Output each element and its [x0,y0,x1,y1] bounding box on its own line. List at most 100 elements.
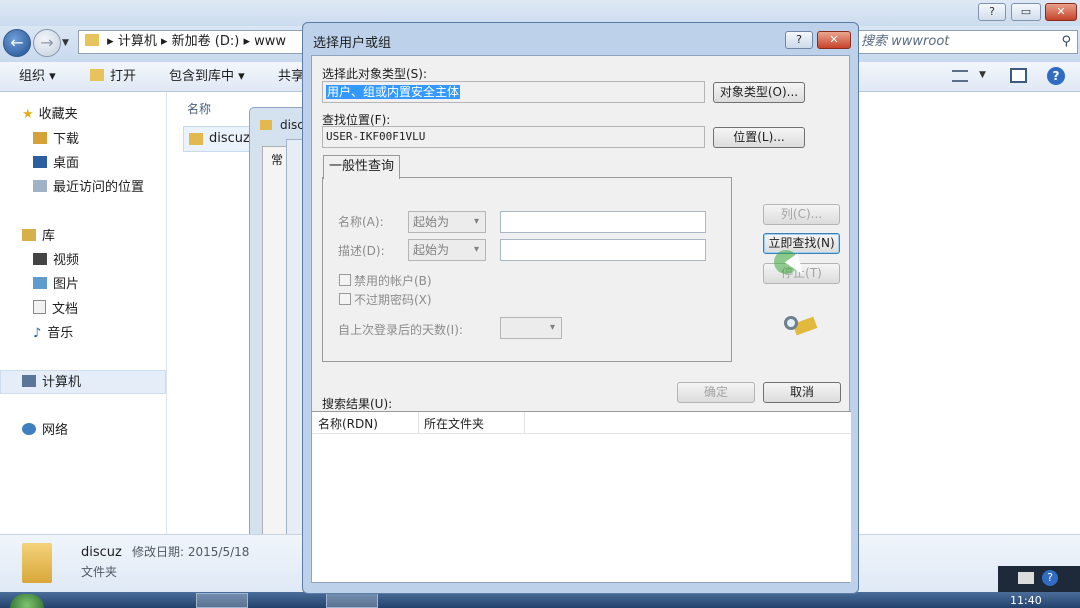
view-dropdown-chevron-icon[interactable]: ▼ [979,70,986,80]
taskbar: 11:40 [0,592,1080,608]
open-label: 打开 [110,69,137,84]
cancel-button[interactable]: 取消 [763,382,841,403]
details-modified: 修改日期: 2015/5/18 [132,545,250,559]
column-header-name-rdn[interactable]: 名称(RDN) [318,415,378,432]
maximize-button[interactable]: ▭ [1011,3,1041,21]
nav-documents-label: 文档 [52,302,79,317]
locations-button[interactable]: 位置(L)... [713,127,805,148]
description-label: 描述(D): [338,244,385,258]
recent-pages-chevron-icon[interactable]: ▼ [62,38,69,48]
nav-videos[interactable]: 视频 [33,251,79,271]
name-mode-dropdown[interactable]: 起始为 [408,211,486,233]
disabled-accounts-label: 禁用的帐户(B) [354,274,432,288]
folder-name: discuz [209,131,250,146]
start-button[interactable] [10,594,44,608]
libraries-icon [22,229,36,241]
back-button[interactable]: ← [3,29,31,57]
column-divider [418,412,419,434]
background-tab: 常 [271,153,284,167]
breadcrumb-drive-d[interactable]: 新加卷 (D:) [172,34,240,49]
folder-large-icon [22,543,52,583]
column-header-folder[interactable]: 所在文件夹 [424,415,484,432]
nav-recent-label: 最近访问的位置 [53,180,145,195]
object-types-button[interactable]: 对象类型(O)... [713,82,805,103]
nav-desktop[interactable]: 桌面 [33,154,79,174]
include-in-library-menu[interactable]: 包含到库中 ▾ [169,67,245,87]
nav-downloads-label: 下载 [53,132,80,147]
folder-icon [260,120,272,130]
nav-music-label: 音乐 [47,326,74,341]
help-icon[interactable]: ? [1047,67,1065,85]
dialog-close-button[interactable]: ✕ [817,31,851,49]
downloads-folder-icon [33,132,47,144]
nav-pictures[interactable]: 图片 [33,275,79,295]
nav-favorites[interactable]: ★ 收藏夹 [22,105,78,125]
nav-videos-label: 视频 [53,253,80,268]
preview-pane-icon[interactable] [1010,68,1027,83]
close-button[interactable]: ✕ [1045,3,1077,21]
description-input[interactable] [500,239,706,261]
view-options-icon[interactable] [952,70,968,82]
breadcrumb-www[interactable]: www [254,34,286,49]
taskbar-explorer[interactable] [196,593,248,608]
nav-network-label: 网络 [42,423,69,438]
nav-music[interactable]: ♪ 音乐 [33,324,73,344]
nav-libraries[interactable]: 库 [22,227,55,247]
name-input[interactable] [500,211,706,233]
dialog-help-button[interactable]: ? [785,31,813,49]
keyboard-icon[interactable] [1018,572,1034,584]
column-header-name[interactable]: 名称 [187,100,211,117]
nav-recent[interactable]: 最近访问的位置 [33,178,144,198]
description-mode-dropdown[interactable]: 起始为 [408,239,486,261]
object-type-label: 选择此对象类型(S): [322,67,428,81]
documents-icon [33,300,46,314]
star-icon: ★ [22,107,34,122]
background-window-title: disc [280,118,304,132]
breadcrumb-separator-icon[interactable]: ▸ [243,34,250,49]
breadcrumb-separator-icon[interactable]: ▸ [107,34,114,49]
columns-button[interactable]: 列(C)... [763,204,840,225]
name-label: 名称(A): [338,215,384,229]
desktop-icon [33,156,47,168]
taskbar-clock[interactable]: 11:40 [1010,594,1042,607]
column-divider [524,412,525,434]
object-type-value: 用户、组或内置安全主体 [326,85,461,99]
folder-row-discuz[interactable]: discuz [183,126,253,152]
minimize-button[interactable]: ? [978,3,1006,21]
search-results-list[interactable]: 名称(RDN) 所在文件夹 [312,411,851,582]
nav-desktop-label: 桌面 [53,156,80,171]
share-menu[interactable]: 共享 [278,67,304,87]
ok-button[interactable]: 确定 [677,382,755,403]
dialog-body: 选择此对象类型(S): 用户、组或内置安全主体 对象类型(O)... 查找位置(… [311,55,851,583]
pictures-icon [33,277,47,289]
find-now-button[interactable]: 立即查找(N) [763,233,840,254]
non-expiring-password-checkbox[interactable] [339,293,351,305]
nav-downloads[interactable]: 下载 [33,130,79,150]
folder-icon [85,34,99,46]
search-placeholder: 搜索 wwwroot [861,34,950,49]
results-header [312,412,851,434]
search-results-label: 搜索结果(U): [322,397,393,411]
tray-popup: ? [998,566,1080,592]
breadcrumb-computer[interactable]: 计算机 [118,34,157,49]
location-field: USER-IKF00F1VLU [322,126,705,148]
nav-computer[interactable]: 计算机 [22,373,81,393]
days-since-logon-label: 自上次登录后的天数(I): [338,323,463,337]
tab-general-query[interactable]: 一般性查询 [323,155,400,179]
address-bar[interactable]: ▸ 计算机 ▸ 新加卷 (D:) ▸ www [78,30,306,54]
search-input[interactable]: 搜索 wwwroot ⚲ [852,30,1078,54]
organize-menu[interactable]: 组织 ▾ [19,67,56,87]
taskbar-app[interactable] [326,593,378,608]
nav-computer-label: 计算机 [42,375,82,390]
nav-documents[interactable]: 文档 [33,300,78,320]
open-button[interactable]: 打开 [90,67,136,87]
disabled-accounts-checkbox[interactable] [339,274,351,286]
search-icon[interactable]: ⚲ [1061,31,1071,53]
details-name: discuz 修改日期: 2015/5/18 [81,543,249,560]
nav-pictures-label: 图片 [53,277,80,292]
breadcrumb-separator-icon[interactable]: ▸ [161,34,168,49]
nav-network[interactable]: 网络 [22,421,68,441]
forward-button[interactable]: → [33,29,61,57]
days-since-logon-dropdown[interactable] [500,317,562,339]
help-icon[interactable]: ? [1042,570,1058,586]
